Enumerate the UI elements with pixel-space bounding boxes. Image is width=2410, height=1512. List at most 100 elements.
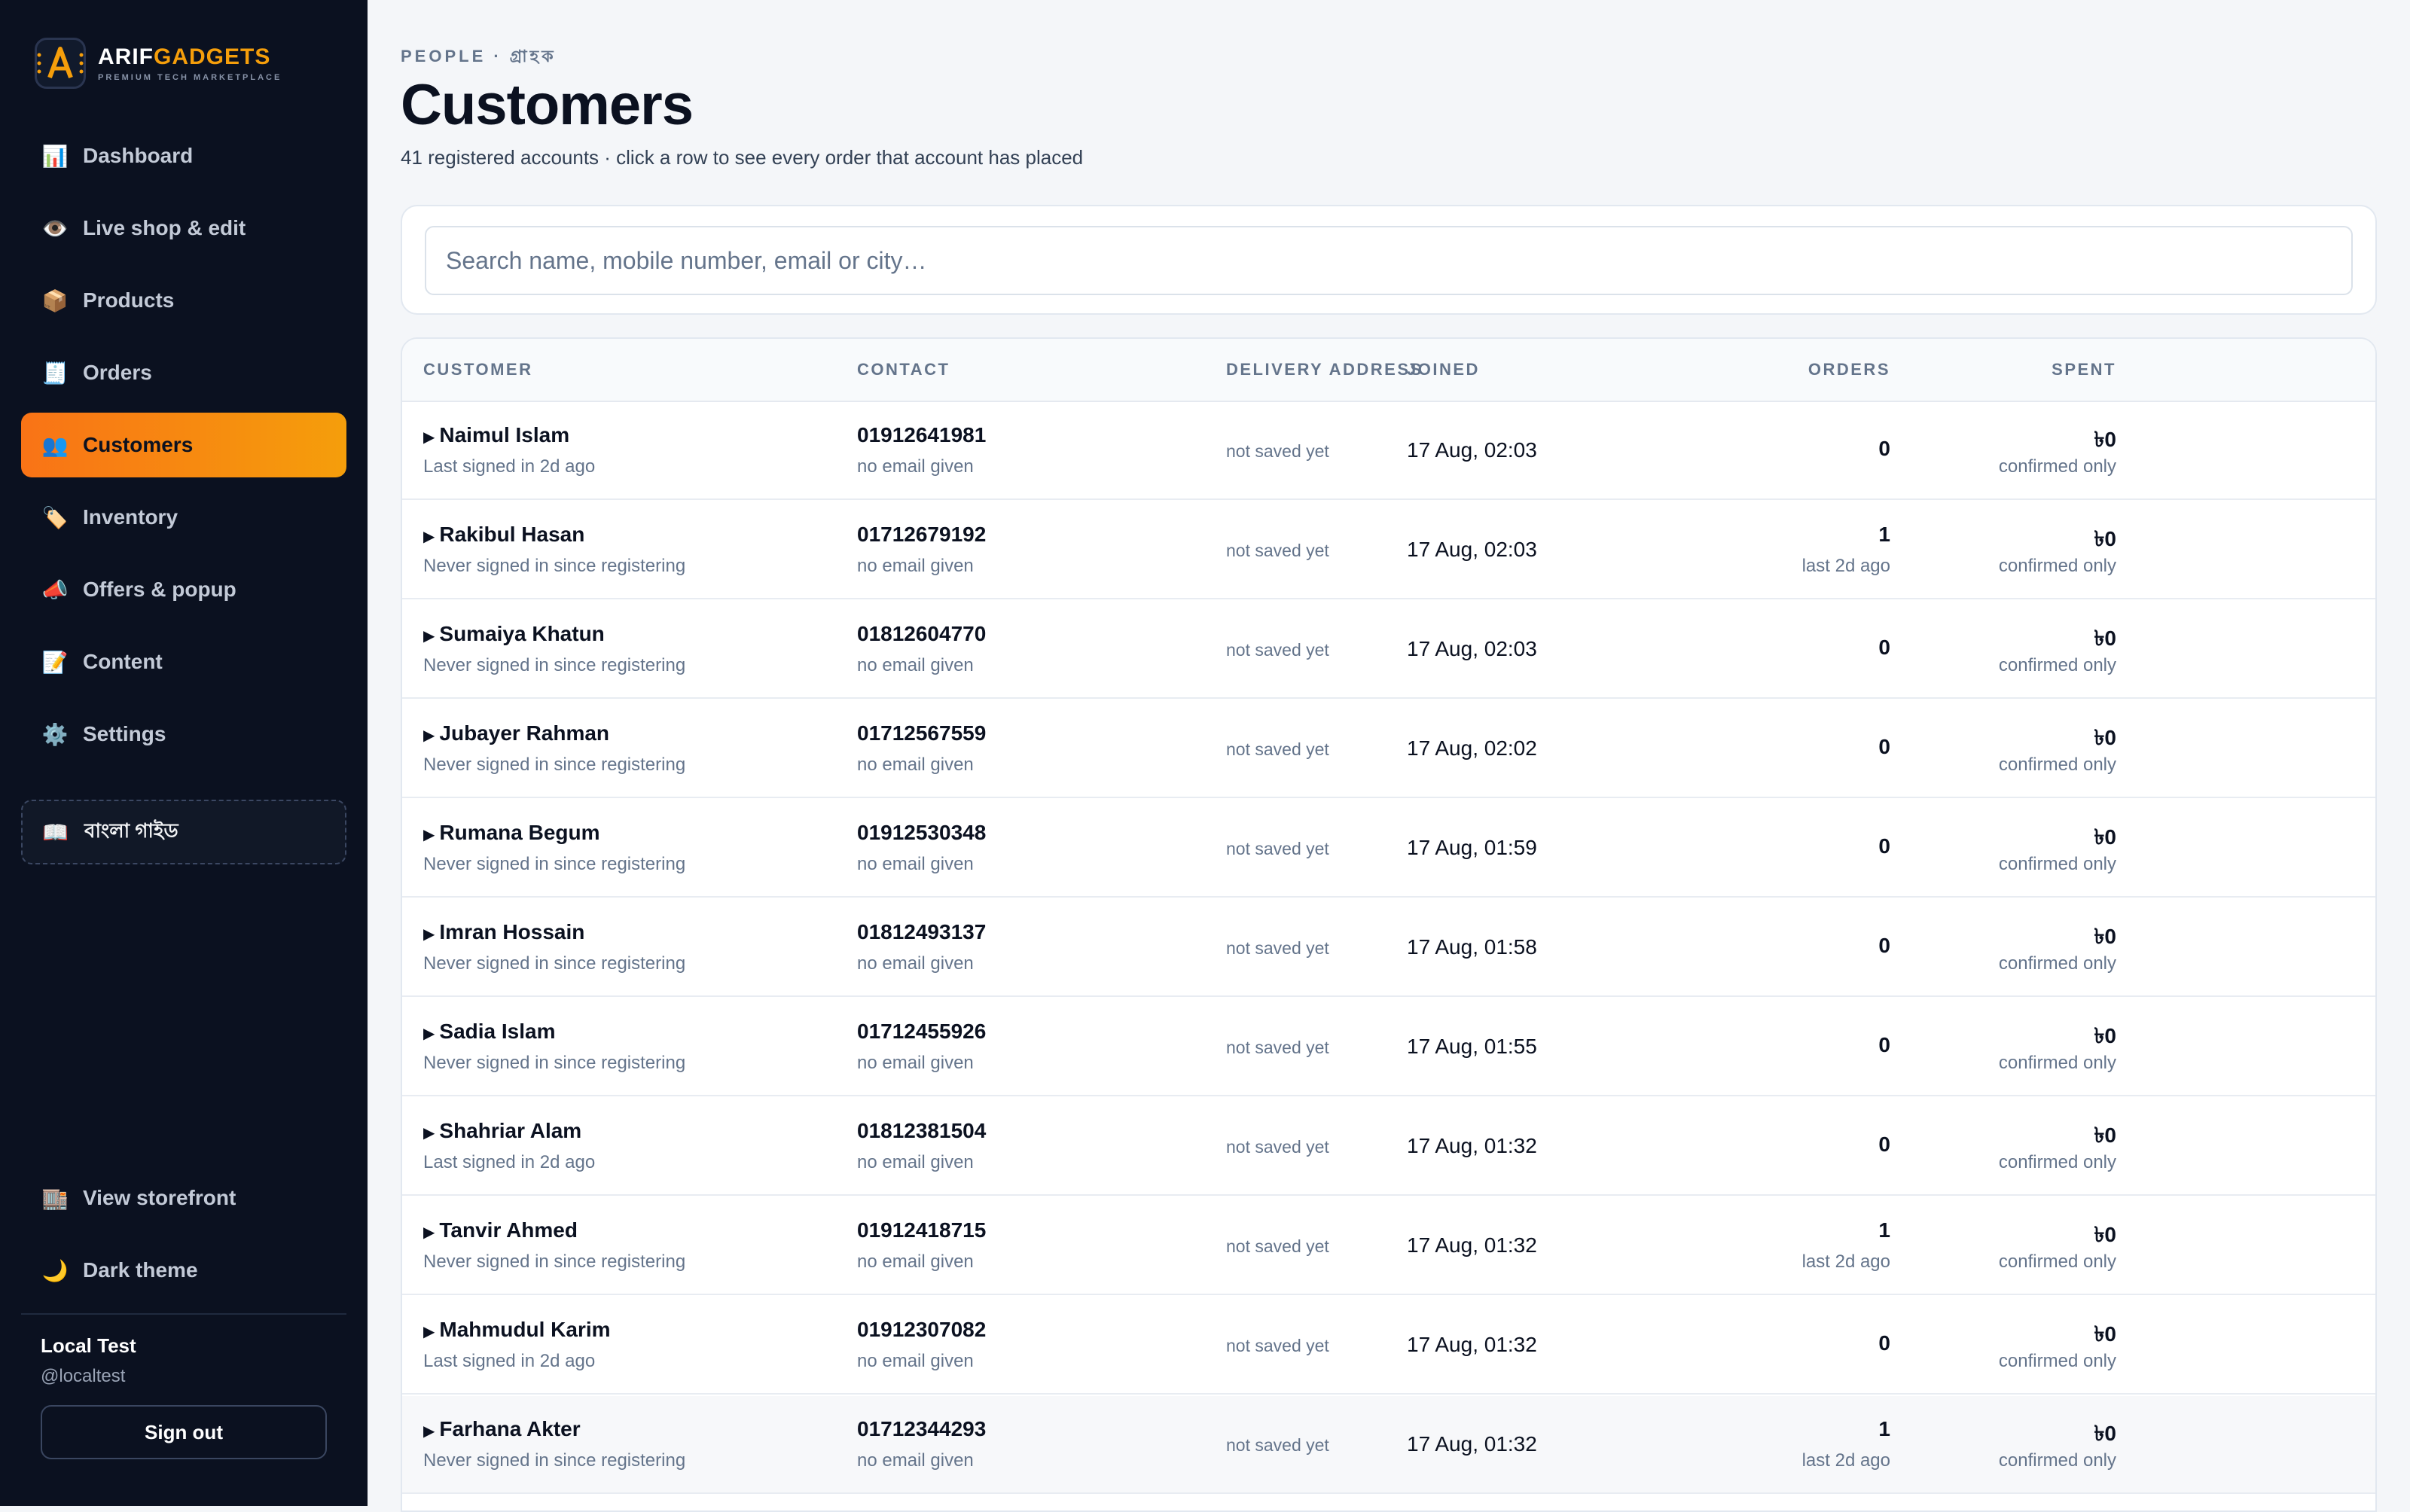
expand-triangle-icon: ▶ (423, 1423, 435, 1440)
table-row[interactable]: ▶ Naimul Islam Last signed in 2d ago 019126… (402, 402, 2375, 500)
sign-out-button[interactable]: Sign out (41, 1405, 327, 1459)
sidebar-item-customers[interactable]: 👥 Customers (21, 413, 346, 477)
amount-spent: ৳0 (2094, 1322, 2116, 1346)
order-count: 0 (1878, 934, 1890, 957)
brand-logo-icon (35, 38, 86, 89)
megaphone-icon: 📣 (41, 578, 69, 602)
signed-in-status: Last signed in 2d ago (423, 1152, 596, 1172)
customer-email: no email given (857, 1450, 974, 1471)
joined-date: 17 Aug, 02:03 (1407, 637, 1537, 660)
signed-in-status: Never signed in since registering (423, 953, 686, 974)
tag-icon: 🏷️ (41, 505, 69, 529)
customer-name: ▶ Mahmudul Karim (423, 1318, 611, 1341)
joined-date: 17 Aug, 01:32 (1407, 1134, 1537, 1157)
table-row[interactable]: ▶ Farhana Akter Never signed in since regi… (402, 1396, 2375, 1494)
table-row[interactable]: ▶ Sadia Islam Never signed in since regist… (402, 998, 2375, 1096)
bangla-guide-button[interactable]: 📖 বাংলা গাইড (21, 800, 346, 864)
expand-triangle-icon: ▶ (423, 1324, 435, 1340)
signed-in-status: Last signed in 2d ago (423, 456, 596, 477)
expand-triangle-icon: ▶ (423, 926, 435, 943)
column-header-joined[interactable]: JOINED (1407, 360, 1480, 380)
sidebar-item-offers[interactable]: 📣 Offers & popup (21, 557, 346, 622)
table-row[interactable]: ▶ Shahriar Alam Last signed in 2d ago 01812… (402, 1098, 2375, 1196)
order-count: 0 (1878, 1033, 1890, 1056)
amount-spent: ৳0 (2094, 626, 2116, 650)
column-header-address[interactable]: DELIVERY ADDRESS (1226, 360, 1423, 380)
package-icon: 📦 (41, 288, 69, 312)
delivery-address: not saved yet (1226, 1336, 1329, 1355)
order-count: 0 (1878, 735, 1890, 758)
customer-email: no email given (857, 1152, 974, 1172)
sidebar-item-inventory[interactable]: 🏷️ Inventory (21, 485, 346, 550)
sidebar-item-label: Offers & popup (83, 578, 236, 601)
column-header-orders[interactable]: ORDERS (1808, 360, 1890, 380)
order-count: 0 (1878, 636, 1890, 659)
amount-spent: ৳0 (2094, 527, 2116, 550)
sidebar-item-dashboard[interactable]: 📊 Dashboard (21, 123, 346, 188)
column-header-spent[interactable]: SPENT (2052, 360, 2116, 380)
brand-tagline: PREMIUM TECH MARKETPLACE (98, 73, 282, 82)
moon-icon: 🌙 (41, 1258, 69, 1282)
dark-theme-toggle[interactable]: 🌙 Dark theme (21, 1238, 346, 1303)
signed-in-status: Never signed in since registering (423, 655, 686, 675)
customer-email: no email given (857, 1053, 974, 1073)
signed-in-status: Never signed in since registering (423, 1251, 686, 1272)
store-icon: 🏬 (41, 1186, 69, 1210)
customer-email: no email given (857, 456, 974, 477)
sidebar-item-settings[interactable]: ⚙️ Settings (21, 702, 346, 767)
customer-phone: 01712567559 (857, 721, 987, 745)
customer-name: ▶ Sumaiya Khatun (423, 622, 605, 645)
order-count: 1 (1878, 1417, 1890, 1440)
sidebar-item-label: Inventory (83, 505, 178, 529)
delivery-address: not saved yet (1226, 1038, 1329, 1057)
table-row[interactable]: ▶ Rakibul Hasan Never signed in since regi… (402, 501, 2375, 599)
signed-in-status: Never signed in since registering (423, 556, 686, 576)
brand[interactable]: ARIFGADGETS PREMIUM TECH MARKETPLACE (35, 38, 282, 89)
column-header-customer[interactable]: CUSTOMER (423, 360, 533, 380)
amount-spent: ৳0 (2094, 1024, 2116, 1047)
sidebar-item-label: Customers (83, 433, 194, 456)
customer-phone: 01812604770 (857, 622, 987, 645)
delivery-address: not saved yet (1226, 640, 1329, 660)
chart-icon: 📊 (41, 144, 69, 168)
view-storefront-link[interactable]: 🏬 View storefront (21, 1166, 346, 1230)
table-row[interactable]: ▶ Sumaiya Khatun Never signed in since reg… (402, 601, 2375, 699)
search-input[interactable] (425, 226, 2353, 295)
signed-in-status: Never signed in since registering (423, 754, 686, 775)
sidebar-item-label: Content (83, 650, 163, 673)
table-row[interactable]: ▶ Jubayer Rahman Never signed in since reg… (402, 700, 2375, 798)
customer-name: ▶ Jubayer Rahman (423, 721, 610, 745)
customer-name: ▶ Farhana Akter (423, 1417, 581, 1440)
sidebar-item-content[interactable]: 📝 Content (21, 629, 346, 694)
spent-note: confirmed only (1998, 1251, 2116, 1272)
last-order-time: last 2d ago (1801, 1450, 1890, 1471)
sidebar-item-products[interactable]: 📦 Products (21, 268, 346, 333)
table-row[interactable]: ▶ Imran Hossain Never signed in since regi… (402, 899, 2375, 997)
sidebar-item-orders[interactable]: 🧾 Orders (21, 340, 346, 405)
column-header-contact[interactable]: CONTACT (857, 360, 950, 380)
sidebar-item-live-shop[interactable]: 👁️ Live shop & edit (21, 196, 346, 261)
joined-date: 17 Aug, 01:59 (1407, 836, 1537, 859)
table-row[interactable]: ▶ Mahmudul Karim Last signed in 2d ago 0191… (402, 1297, 2375, 1395)
spent-note: confirmed only (1998, 655, 2116, 675)
table-row[interactable]: ▶ Tanvir Ahmed Never signed in since regis… (402, 1197, 2375, 1295)
customer-email: no email given (857, 854, 974, 874)
spent-note: confirmed only (1998, 854, 2116, 874)
people-icon: 👥 (41, 433, 69, 457)
customer-email: no email given (857, 953, 974, 974)
signed-in-status: Never signed in since registering (423, 854, 686, 874)
delivery-address: not saved yet (1226, 739, 1329, 759)
customer-phone: 01912530348 (857, 821, 987, 844)
sidebar-bottom-nav: 🏬 View storefront 🌙 Dark theme (21, 1166, 346, 1310)
customer-name: ▶ Sadia Islam (423, 1020, 556, 1043)
expand-triangle-icon: ▶ (423, 727, 435, 744)
customer-phone: 01712679192 (857, 523, 987, 546)
amount-spent: ৳0 (2094, 1422, 2116, 1445)
table-header: CUSTOMER CONTACT DELIVERY ADDRESS ORDERS… (402, 339, 2375, 402)
customer-name: ▶ Rumana Begum (423, 821, 600, 844)
page-title: Customers (401, 73, 694, 137)
sidebar-item-label: Live shop & edit (83, 216, 246, 239)
table-row[interactable]: ▶ Rumana Begum Never signed in since regis… (402, 800, 2375, 898)
memo-icon: 📝 (41, 650, 69, 674)
eye-icon: 👁️ (41, 216, 69, 240)
